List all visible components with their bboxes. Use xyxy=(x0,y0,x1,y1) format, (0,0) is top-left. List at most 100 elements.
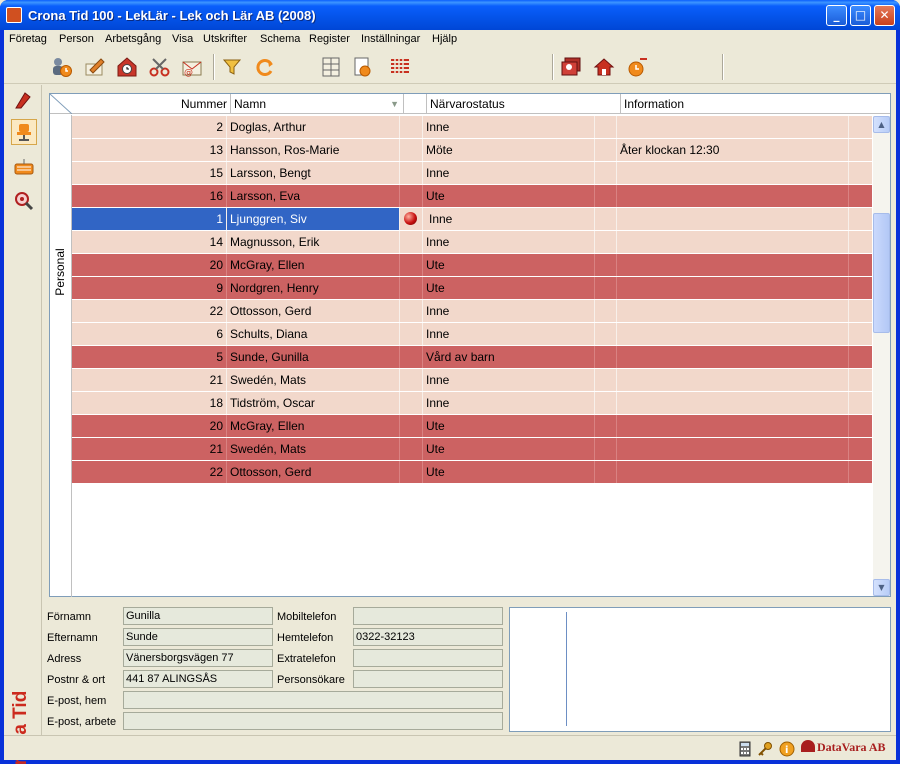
table-row[interactable]: 22 Ottosson, Gerd Inne xyxy=(72,300,872,323)
cell-name[interactable]: Larsson, Eva xyxy=(227,185,400,207)
cell-number[interactable]: 20 xyxy=(72,254,227,276)
cell-status[interactable]: Ute xyxy=(423,254,595,276)
home-phone-field[interactable]: 0322-32123 xyxy=(353,628,503,646)
nav-personal[interactable] xyxy=(11,119,37,145)
schedule-grid-icon[interactable] xyxy=(389,56,411,78)
column-header-name[interactable]: Namn ▼ xyxy=(231,94,404,114)
cell-status[interactable]: Inne xyxy=(423,231,595,253)
app-icon[interactable] xyxy=(6,7,22,23)
column-header-flag[interactable] xyxy=(404,94,427,114)
cell-tail[interactable] xyxy=(849,323,872,345)
report-grid-icon[interactable] xyxy=(320,56,342,78)
menu-installningar[interactable]: Inställningar xyxy=(361,33,420,45)
cell-gap[interactable] xyxy=(595,346,617,368)
cell-name[interactable]: Swedén, Mats xyxy=(227,369,400,391)
people-card-icon[interactable] xyxy=(560,56,582,78)
menu-utskrifter[interactable]: Utskrifter xyxy=(203,33,247,45)
maximize-button[interactable]: □ xyxy=(850,5,871,26)
cell-info[interactable] xyxy=(617,231,849,253)
person-clock-icon[interactable] xyxy=(51,56,73,78)
notes-box[interactable] xyxy=(509,607,891,732)
cell-info[interactable] xyxy=(617,185,849,207)
extra-phone-field[interactable] xyxy=(353,649,503,667)
cell-tail[interactable] xyxy=(849,185,872,207)
cell-name[interactable]: McGray, Ellen xyxy=(227,415,400,437)
cell-flag[interactable] xyxy=(400,415,423,437)
cell-flag[interactable] xyxy=(400,438,423,460)
cell-tail[interactable] xyxy=(849,254,872,276)
scroll-down-button[interactable]: ▼ xyxy=(873,579,890,596)
cell-status[interactable]: Ute xyxy=(423,438,595,460)
cell-gap[interactable] xyxy=(595,254,617,276)
cell-tail[interactable] xyxy=(849,116,872,138)
cell-gap[interactable] xyxy=(595,116,617,138)
menu-visa[interactable]: Visa xyxy=(172,33,193,45)
scissors-icon[interactable] xyxy=(149,56,171,78)
cell-flag[interactable] xyxy=(400,231,423,253)
cell-status[interactable]: Ute xyxy=(423,185,595,207)
cell-flag[interactable] xyxy=(400,323,423,345)
cell-status[interactable]: Inne xyxy=(423,323,595,345)
cell-gap[interactable] xyxy=(595,300,617,322)
cell-number[interactable]: 6 xyxy=(72,323,227,345)
menu-person[interactable]: Person xyxy=(59,33,94,45)
email-icon[interactable]: @ xyxy=(181,56,203,78)
cell-number[interactable]: 22 xyxy=(72,300,227,322)
email-work-field[interactable] xyxy=(123,712,503,730)
cell-gap[interactable] xyxy=(595,323,617,345)
cell-tail[interactable] xyxy=(849,277,872,299)
cell-flag[interactable] xyxy=(400,369,423,391)
cell-status[interactable]: Ute xyxy=(423,277,595,299)
cell-tail[interactable] xyxy=(849,415,872,437)
document-clock-icon[interactable] xyxy=(352,56,374,78)
cell-flag[interactable] xyxy=(400,116,423,138)
table-row[interactable]: 22 Ottosson, Gerd Ute xyxy=(72,461,872,484)
pager-field[interactable] xyxy=(353,670,503,688)
table-row[interactable]: 21 Swedén, Mats Ute xyxy=(72,438,872,461)
cell-flag[interactable] xyxy=(400,208,423,230)
menu-arbetsgang[interactable]: Arbetsgång xyxy=(105,33,161,45)
cell-number[interactable]: 20 xyxy=(72,415,227,437)
cell-name[interactable]: Tidström, Oscar xyxy=(227,392,400,414)
cell-flag[interactable] xyxy=(400,277,423,299)
table-row[interactable]: 18 Tidström, Oscar Inne xyxy=(72,392,872,415)
cell-name[interactable]: McGray, Ellen xyxy=(227,254,400,276)
grid-scrollbar[interactable]: ▲ ▼ xyxy=(873,116,890,596)
address-field[interactable]: Vänersborgsvägen 77 xyxy=(123,649,273,667)
cell-info[interactable] xyxy=(617,392,849,414)
table-row[interactable]: 1 Ljunggren, Siv Inne xyxy=(72,208,872,231)
table-row[interactable]: 20 McGray, Ellen Ute xyxy=(72,254,872,277)
cell-status[interactable]: Vård av barn xyxy=(423,346,595,368)
cell-number[interactable]: 22 xyxy=(72,461,227,483)
nav-stamp[interactable] xyxy=(11,87,37,113)
cell-gap[interactable] xyxy=(595,208,617,230)
first-name-field[interactable]: Gunilla xyxy=(123,607,273,625)
cell-status[interactable]: Möte xyxy=(423,139,595,161)
menu-hjalp[interactable]: Hjälp xyxy=(432,33,457,45)
column-header-number[interactable]: Nummer xyxy=(72,94,231,114)
cell-tail[interactable] xyxy=(849,139,872,161)
cell-name[interactable]: Swedén, Mats xyxy=(227,438,400,460)
table-row[interactable]: 2 Doglas, Arthur Inne xyxy=(72,116,872,139)
cell-tail[interactable] xyxy=(849,208,872,230)
cell-number[interactable]: 9 xyxy=(72,277,227,299)
cell-flag[interactable] xyxy=(400,185,423,207)
table-row[interactable]: 6 Schults, Diana Inne xyxy=(72,323,872,346)
cell-number[interactable]: 14 xyxy=(72,231,227,253)
cell-status[interactable]: Inne xyxy=(423,300,595,322)
cell-name[interactable]: Ottosson, Gerd xyxy=(227,300,400,322)
cell-tail[interactable] xyxy=(849,300,872,322)
nav-search[interactable] xyxy=(11,188,37,214)
cell-flag[interactable] xyxy=(400,162,423,184)
home-icon[interactable] xyxy=(593,56,615,78)
cell-tail[interactable] xyxy=(849,369,872,391)
menu-foretag[interactable]: Företag xyxy=(9,33,47,45)
cell-tail[interactable] xyxy=(849,461,872,483)
cell-tail[interactable] xyxy=(849,438,872,460)
title-bar[interactable]: Crona Tid 100 - LekLär - Lek och Lär AB … xyxy=(0,0,900,30)
minimize-button[interactable]: _ xyxy=(826,5,847,26)
cell-info[interactable] xyxy=(617,438,849,460)
house-clock-icon[interactable] xyxy=(116,56,138,78)
cell-gap[interactable] xyxy=(595,185,617,207)
cell-name[interactable]: Doglas, Arthur xyxy=(227,116,400,138)
